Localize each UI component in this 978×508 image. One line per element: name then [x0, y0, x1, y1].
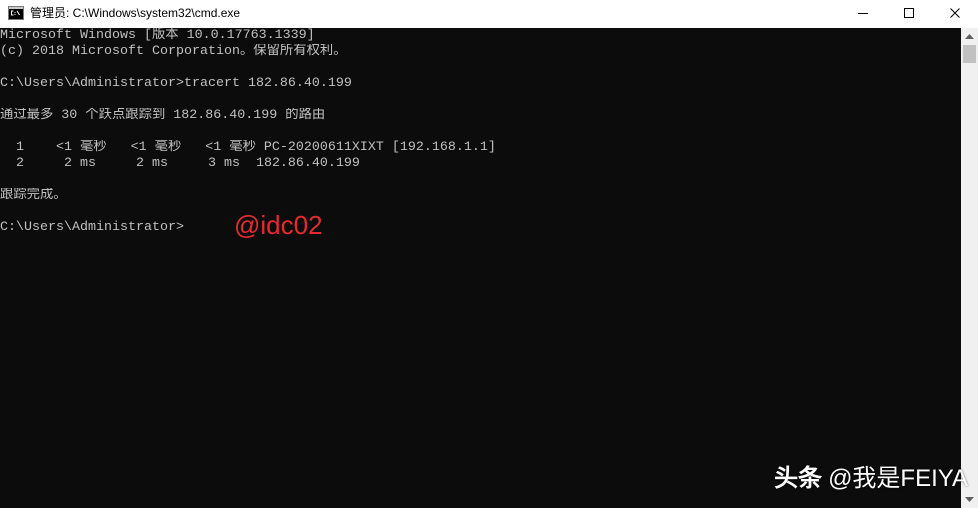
scroll-up-button[interactable]: [961, 28, 978, 45]
scrollbar-thumb[interactable]: [963, 45, 976, 63]
footer-watermark-brand: 头条: [774, 465, 823, 492]
console-line: 通过最多 30 个跃点跟踪到 182.86.40.199 的路由: [0, 108, 326, 123]
minimize-button[interactable]: [840, 0, 886, 28]
console-prompt-line[interactable]: C:\Users\Administrator>: [0, 220, 961, 236]
console-line: 2 2 ms 2 ms 3 ms 182.86.40.199: [0, 156, 360, 171]
minimize-icon: [858, 13, 868, 14]
footer-watermark: 头条 @我是FEIYA: [774, 464, 968, 494]
maximize-icon: [904, 8, 914, 18]
maximize-button[interactable]: [886, 0, 932, 28]
console-line: C:\Users\Administrator>tracert 182.86.40…: [0, 76, 352, 91]
console-line: (c) 2018 Microsoft Corporation。保留所有权利。: [0, 44, 347, 59]
scroll-up-arrow-icon: [965, 34, 974, 39]
scroll-down-arrow-icon: [965, 497, 974, 502]
console-buffer: Microsoft Windows [版本 10.0.17763.1339] (…: [0, 28, 961, 236]
cmd-window: 管理员: C:\Windows\system32\cmd.exe Microso…: [0, 0, 978, 508]
footer-watermark-handle: @我是FEIYA: [828, 465, 968, 492]
console-line: 1 <1 毫秒 <1 毫秒 <1 毫秒 PC-20200611XIXT [192…: [0, 140, 496, 155]
window-title: 管理员: C:\Windows\system32\cmd.exe: [30, 6, 241, 20]
console-line: Microsoft Windows [版本 10.0.17763.1339]: [0, 28, 315, 43]
console-area[interactable]: Microsoft Windows [版本 10.0.17763.1339] (…: [0, 28, 961, 508]
console-line: 跟踪完成。: [0, 188, 67, 203]
vertical-scrollbar[interactable]: [961, 28, 978, 508]
title-bar[interactable]: 管理员: C:\Windows\system32\cmd.exe: [0, 0, 978, 28]
cmd-icon[interactable]: [8, 5, 24, 21]
close-icon: [950, 8, 960, 18]
close-button[interactable]: [932, 0, 978, 28]
overlay-watermark: @idc02: [234, 210, 323, 240]
